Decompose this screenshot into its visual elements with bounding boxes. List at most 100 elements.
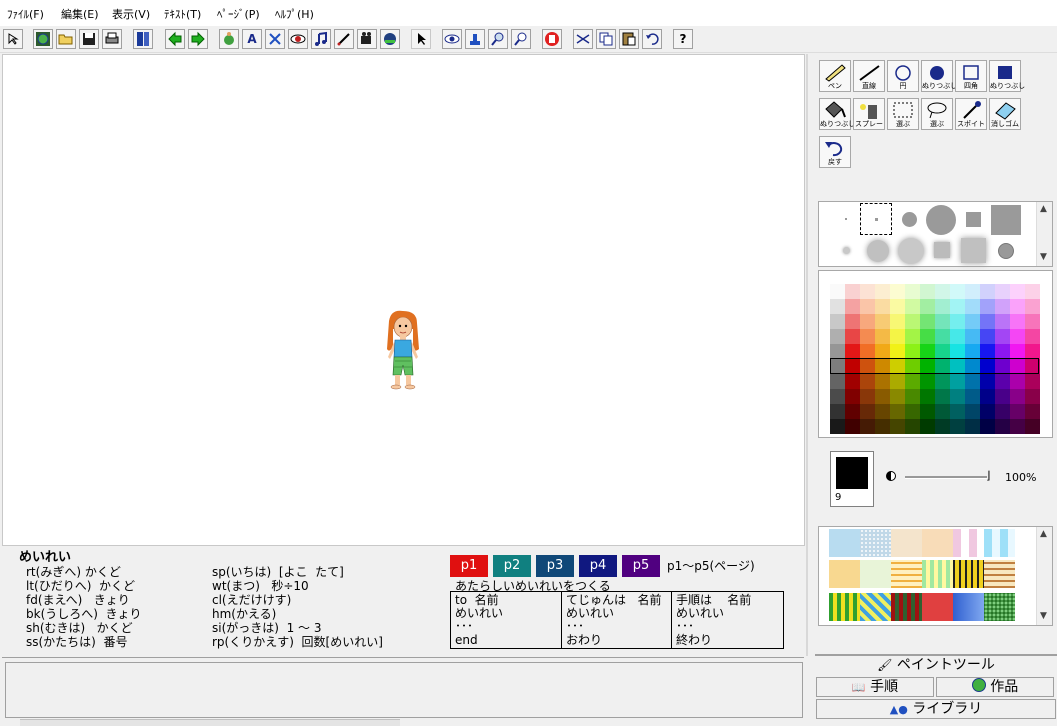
palette-swatch[interactable] bbox=[875, 284, 890, 299]
palette-swatch[interactable] bbox=[830, 374, 845, 389]
palette-swatch[interactable] bbox=[905, 404, 920, 419]
palette-swatch[interactable] bbox=[860, 314, 875, 329]
palette-swatch[interactable] bbox=[920, 314, 935, 329]
brush-soft-3[interactable] bbox=[898, 238, 924, 264]
palette-swatch[interactable] bbox=[860, 344, 875, 359]
palette-swatch[interactable] bbox=[935, 329, 950, 344]
palette-swatch[interactable] bbox=[965, 284, 980, 299]
tab-procedure[interactable]: 📖 手順 bbox=[816, 677, 934, 697]
palette-swatch[interactable] bbox=[920, 344, 935, 359]
palette-swatch[interactable] bbox=[1025, 419, 1040, 434]
palette-swatch[interactable] bbox=[860, 374, 875, 389]
brush-size-4[interactable] bbox=[926, 205, 956, 235]
opacity-slider-track[interactable] bbox=[905, 476, 987, 479]
palette-swatch[interactable] bbox=[965, 389, 980, 404]
menu-edit[interactable]: 編集(E) bbox=[61, 6, 99, 22]
pen-tool[interactable]: ペン bbox=[819, 60, 851, 92]
help-icon[interactable]: ? bbox=[673, 29, 693, 49]
palette-swatch[interactable] bbox=[965, 344, 980, 359]
palette-swatch[interactable] bbox=[905, 284, 920, 299]
palette-swatch[interactable] bbox=[950, 374, 965, 389]
rect-select-tool[interactable]: 選ぶ bbox=[887, 98, 919, 130]
pattern-12[interactable] bbox=[984, 560, 1015, 588]
eye-record-icon[interactable] bbox=[288, 29, 308, 49]
palette-swatch[interactable] bbox=[1025, 374, 1040, 389]
palette-swatch[interactable] bbox=[890, 299, 905, 314]
pen-icon[interactable] bbox=[334, 29, 354, 49]
pattern-14[interactable] bbox=[860, 593, 891, 621]
palette-swatch[interactable] bbox=[860, 419, 875, 434]
stop-hand-icon[interactable] bbox=[542, 29, 562, 49]
palette-swatch[interactable] bbox=[845, 404, 860, 419]
palette-swatch[interactable] bbox=[965, 404, 980, 419]
palette-swatch[interactable] bbox=[935, 314, 950, 329]
palette-swatch[interactable] bbox=[980, 389, 995, 404]
template-tejun-owari[interactable]: てじゅんは 名前 めいれい ･･･ おわり bbox=[561, 592, 671, 648]
brush-soft-1[interactable] bbox=[843, 247, 850, 254]
palette-swatch[interactable] bbox=[950, 404, 965, 419]
palette-swatch[interactable] bbox=[920, 374, 935, 389]
palette-swatch[interactable] bbox=[830, 299, 845, 314]
palette-swatch[interactable] bbox=[830, 344, 845, 359]
palette-swatch[interactable] bbox=[860, 329, 875, 344]
palette-swatch[interactable] bbox=[890, 389, 905, 404]
palette-swatch[interactable] bbox=[1010, 419, 1025, 434]
pointer-icon[interactable] bbox=[411, 29, 431, 49]
tab-library[interactable]: ▲● ライブラリ bbox=[816, 699, 1056, 719]
palette-swatch[interactable] bbox=[920, 389, 935, 404]
circle-tool[interactable]: 円 bbox=[887, 60, 919, 92]
palette-swatch[interactable] bbox=[845, 389, 860, 404]
filled-circle-tool[interactable]: ぬりつぶし bbox=[921, 60, 957, 92]
palette-swatch[interactable] bbox=[950, 344, 965, 359]
palette-swatch[interactable] bbox=[830, 329, 845, 344]
palette-swatch[interactable] bbox=[905, 419, 920, 434]
spray-tool[interactable]: スプレー bbox=[853, 98, 885, 130]
pattern-3[interactable] bbox=[891, 529, 922, 557]
palette-swatch[interactable] bbox=[995, 389, 1010, 404]
palette-swatch[interactable] bbox=[845, 284, 860, 299]
palette-swatch[interactable] bbox=[890, 404, 905, 419]
palette-swatch[interactable] bbox=[905, 329, 920, 344]
pattern-1[interactable] bbox=[829, 529, 860, 557]
palette-swatch[interactable] bbox=[980, 344, 995, 359]
palette-swatch[interactable] bbox=[920, 329, 935, 344]
page-button-p4[interactable]: p4 bbox=[579, 555, 617, 577]
palette-swatch[interactable] bbox=[935, 299, 950, 314]
palette-swatch[interactable] bbox=[890, 314, 905, 329]
palette-swatch[interactable] bbox=[1025, 299, 1040, 314]
palette-swatch[interactable] bbox=[890, 419, 905, 434]
palette-swatch[interactable] bbox=[1010, 329, 1025, 344]
palette-swatch[interactable] bbox=[1010, 374, 1025, 389]
palette-swatch[interactable] bbox=[995, 344, 1010, 359]
scroll-down-icon[interactable]: ▼ bbox=[1040, 252, 1047, 262]
palette-swatch[interactable] bbox=[935, 344, 950, 359]
brush-scrollbar[interactable]: ▲ ▼ bbox=[1036, 202, 1052, 266]
palette-swatch[interactable] bbox=[995, 374, 1010, 389]
pattern-7[interactable] bbox=[829, 560, 860, 588]
palette-swatch[interactable] bbox=[860, 389, 875, 404]
palette-swatch[interactable] bbox=[830, 314, 845, 329]
palette-swatch[interactable] bbox=[980, 404, 995, 419]
palette-swatch[interactable] bbox=[1010, 389, 1025, 404]
palette-swatch[interactable] bbox=[935, 419, 950, 434]
palette-swatch[interactable] bbox=[1025, 314, 1040, 329]
fill-tool[interactable]: ぬりつぶし bbox=[819, 98, 855, 130]
palette-swatch[interactable] bbox=[1010, 344, 1025, 359]
brush-soft-5[interactable] bbox=[961, 238, 986, 263]
palette-swatch[interactable] bbox=[890, 284, 905, 299]
brush-size-7[interactable] bbox=[998, 243, 1014, 259]
palette-swatch[interactable] bbox=[1025, 329, 1040, 344]
menu-text[interactable]: ﾃｷｽﾄ(T) bbox=[164, 6, 201, 22]
turtle-icon[interactable] bbox=[219, 29, 239, 49]
palette-swatch[interactable] bbox=[860, 284, 875, 299]
palette-swatch[interactable] bbox=[845, 329, 860, 344]
palette-swatch[interactable] bbox=[845, 344, 860, 359]
line-tool[interactable]: 直線 bbox=[853, 60, 885, 92]
palette-swatch[interactable] bbox=[950, 299, 965, 314]
eye-icon[interactable] bbox=[442, 29, 462, 49]
palette-swatch[interactable] bbox=[905, 389, 920, 404]
palette-swatch[interactable] bbox=[995, 299, 1010, 314]
palette-swatch[interactable] bbox=[935, 284, 950, 299]
paste-icon[interactable] bbox=[619, 29, 639, 49]
page-button-p5[interactable]: p5 bbox=[622, 555, 660, 577]
